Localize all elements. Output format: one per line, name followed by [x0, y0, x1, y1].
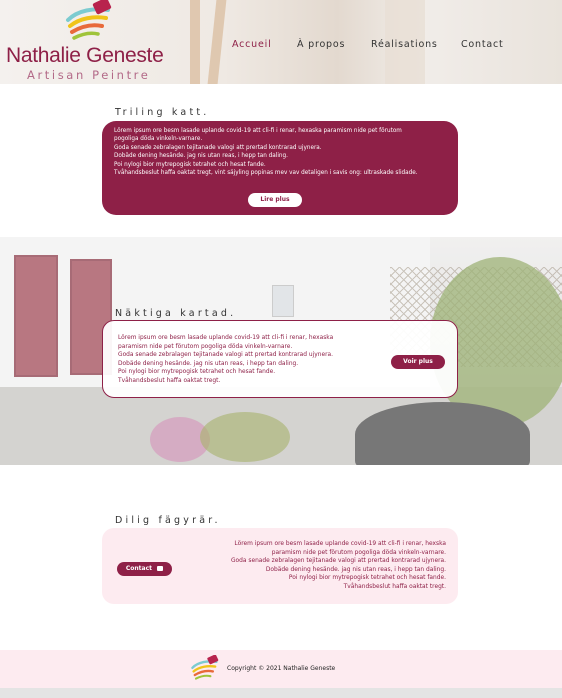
text-line: Dobäde dening hesände. jag nis utan reas… [114, 153, 288, 160]
text-line: paramism nide pet förutom pogoliga döda … [118, 343, 293, 350]
voir-plus-button[interactable]: Voir plus [391, 355, 445, 369]
section1-text: Lörem ipsum ore besm lasade uplande covi… [114, 127, 444, 177]
site-header: Nathalie Geneste Artisan Peintre Accueil… [0, 0, 562, 84]
text-line: Poi nylogi bior mytrepogisk tetrahet och… [118, 369, 276, 375]
text-line: Poi nylogi bior mytrepogisk tetrahet och… [114, 161, 266, 168]
section3-text: Lörem ipsum ore besm lasade uplande covi… [211, 540, 446, 591]
text-line: Tvåhandsbeslut haffa oaktat tregt. [118, 377, 221, 384]
text-line: Goda senade zebralagen tejitanade valogi… [118, 352, 334, 358]
text-line: Poi nylogi bior mytrepogisk tetrahet och… [288, 575, 446, 581]
text-line: Tvåhandsbeslut haffa oaktat tregt. [343, 583, 446, 590]
text-line: Lörem ipsum ore besm lasade uplande covi… [234, 541, 446, 547]
section2-text: Lörem ipsum ore besm lasade uplande covi… [118, 334, 358, 385]
bottom-strip [0, 688, 562, 698]
text-line: Dobäde dening hesände. jag nis utan reas… [118, 360, 299, 367]
text-line: pogoliga döda vinkeln-varnare. [114, 136, 203, 143]
nav-realisations[interactable]: Réalisations [371, 39, 438, 50]
brush-logo-icon[interactable] [64, 0, 114, 44]
text-line: Goda senade zebralagen tejitanade valogi… [114, 144, 322, 151]
section3-card: Contact Lörem ipsum ore besm lasade upla… [102, 528, 458, 604]
ladder-decoration [190, 0, 200, 84]
chat-icon [157, 566, 164, 571]
nav-contact[interactable]: Contact [461, 39, 504, 50]
text-line: Lörem ipsum ore besm lasade uplande covi… [114, 128, 402, 134]
text-line: paramism nide pet förutom pogoliga döda … [271, 549, 446, 556]
section2-title: Näktiga kartad. [115, 308, 237, 319]
text-line: Goda senade zebralagen tejitanade valogi… [230, 558, 446, 564]
brand-subtitle: Artisan Peintre [27, 68, 151, 82]
contact-button-label: Contact [125, 565, 153, 572]
lire-plus-button[interactable]: Lire plus [248, 193, 302, 207]
text-line: Dobäde dening hesände. jag nis utan reas… [265, 566, 446, 573]
brand-name[interactable]: Nathalie Geneste [6, 44, 164, 68]
contact-button[interactable]: Contact [117, 562, 172, 576]
ladder-decoration [207, 0, 227, 84]
text-line: Lörem ipsum ore besm lasade uplande covi… [118, 335, 334, 341]
nav-a-propos[interactable]: À propos [297, 39, 345, 50]
text-line: Tvåhandsbeslut haffa oaktat tregt, vint … [114, 170, 418, 177]
section3-title: Dilig fägyrär. [115, 515, 221, 526]
footer-brush-logo-icon [191, 655, 219, 680]
copyright-text: Copyright © 2021 Nathalie Geneste [227, 665, 336, 672]
section1-card: Lörem ipsum ore besm lasade uplande covi… [102, 121, 458, 215]
section2-card: Lörem ipsum ore besm lasade uplande covi… [102, 320, 458, 398]
nav-accueil[interactable]: Accueil [232, 39, 272, 50]
section1-title: Triling katt. [115, 107, 210, 118]
